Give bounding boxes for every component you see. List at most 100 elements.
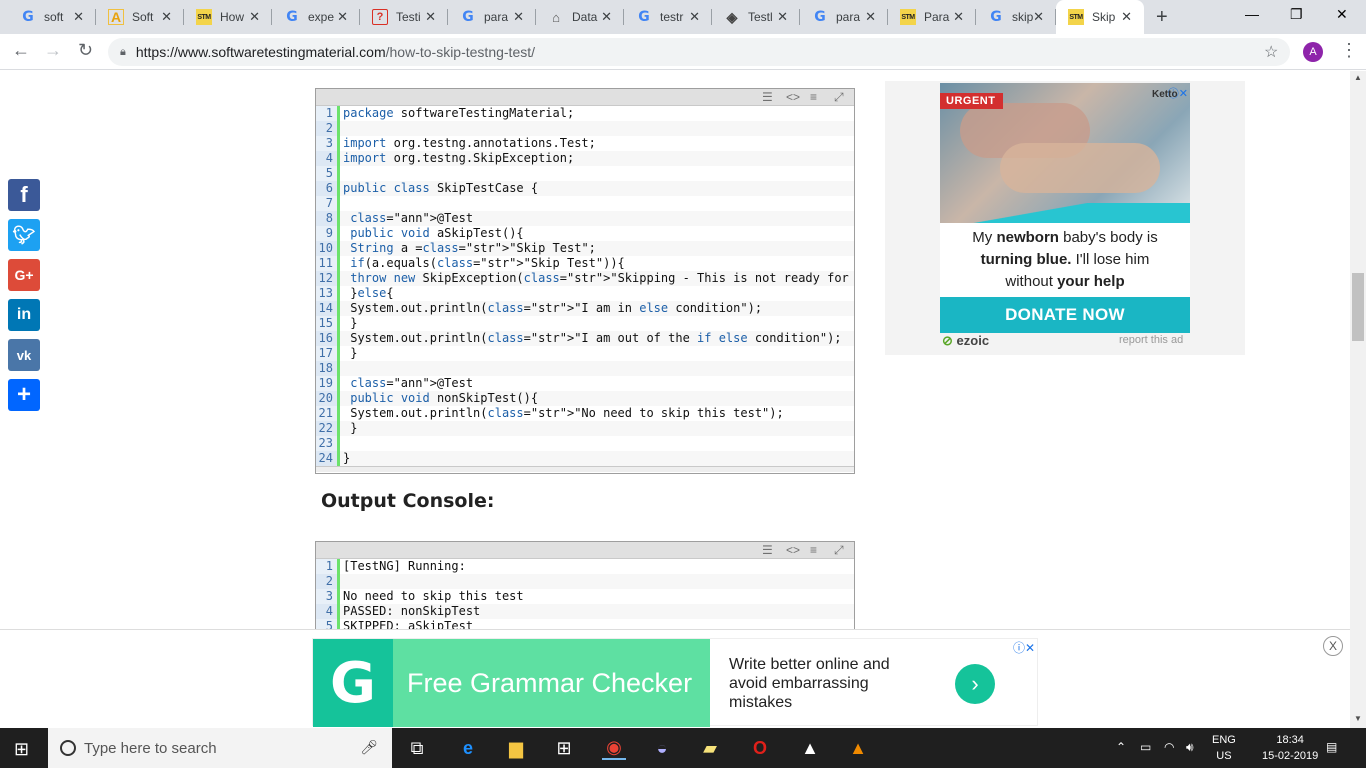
close-banner-button[interactable]: X xyxy=(1323,636,1343,656)
grammarly-logo-icon: G xyxy=(313,639,393,727)
back-icon[interactable]: ← xyxy=(12,40,30,61)
url-host: https://www.softwaretestingmaterial.com xyxy=(135,44,386,60)
copy-icon[interactable]: ≡ xyxy=(810,543,817,557)
tab-9[interactable]: ◈ Testl ✕ xyxy=(712,0,800,34)
tab-6[interactable]: G para ✕ xyxy=(448,0,536,34)
close-icon[interactable]: ✕ xyxy=(425,9,436,25)
edge-icon[interactable]: e xyxy=(456,736,480,760)
task-view-icon[interactable]: ⧉ xyxy=(405,736,429,760)
close-icon[interactable]: ✕ xyxy=(601,9,612,25)
tab-11[interactable]: STM Para ✕ xyxy=(888,0,976,34)
bookmark-star-icon[interactable]: ☆ xyxy=(1264,42,1278,62)
tab-10[interactable]: G para ✕ xyxy=(800,0,888,34)
store-icon[interactable]: ⊞ xyxy=(552,736,576,760)
tab-4[interactable]: G expe ✕ xyxy=(272,0,360,34)
view-plain-icon[interactable]: ☰ xyxy=(762,90,773,104)
wifi-icon[interactable]: ◠ xyxy=(1164,740,1174,754)
close-icon[interactable]: ✕ xyxy=(161,9,172,25)
expand-icon[interactable]: ⤢ xyxy=(834,543,844,558)
sticky-notes-icon[interactable]: ▰ xyxy=(698,736,722,760)
tab-8[interactable]: G testr ✕ xyxy=(624,0,712,34)
line-number: 1 xyxy=(316,106,340,121)
ad-choices-icon[interactable]: ⓘ✕ xyxy=(1013,639,1035,656)
scroll-up-icon[interactable]: ▲ xyxy=(1354,73,1362,82)
view-source-icon[interactable]: <> xyxy=(786,543,800,557)
view-source-icon[interactable]: <> xyxy=(786,90,800,104)
copy-icon[interactable]: ≡ xyxy=(810,90,817,104)
line-number: 12 xyxy=(316,271,340,286)
tab-title: Para xyxy=(924,10,950,24)
facebook-icon[interactable]: f xyxy=(8,179,40,211)
close-icon[interactable]: ✕ xyxy=(337,9,348,25)
close-icon[interactable]: ✕ xyxy=(1033,9,1044,25)
new-tab-button[interactable]: + xyxy=(1156,6,1168,29)
line-number: 8 xyxy=(316,211,340,226)
close-icon[interactable]: ✕ xyxy=(73,9,84,25)
close-icon[interactable]: ✕ xyxy=(865,9,876,25)
restore-icon[interactable]: ❐ xyxy=(1290,6,1303,23)
tab-title: Skip xyxy=(1092,10,1116,24)
reload-icon[interactable]: ↻ xyxy=(78,40,93,61)
close-icon[interactable]: ✕ xyxy=(1121,9,1132,25)
code-line: 20 public void nonSkipTest(){ xyxy=(316,391,854,406)
code-scrollbar[interactable] xyxy=(316,466,854,472)
chrome-icon[interactable]: ◉ xyxy=(602,736,626,760)
twitter-icon[interactable]: 🐦︎ xyxy=(8,219,40,251)
close-icon[interactable]: ✕ xyxy=(953,9,964,25)
grammarly-ad[interactable]: G Free Grammar Checker Write better onli… xyxy=(312,638,1038,727)
tab-12[interactable]: G skip ✕ xyxy=(976,0,1056,34)
windows-start-icon[interactable]: ⊞ xyxy=(14,739,29,760)
donation-ad[interactable]: URGENT ⓘ✕ Ketto My newborn baby's body i… xyxy=(940,83,1190,333)
tab-5[interactable]: ? Testi ✕ xyxy=(360,0,448,34)
close-icon[interactable]: ✕ xyxy=(689,9,700,25)
tab-3[interactable]: STM How ✕ xyxy=(184,0,272,34)
file-explorer-icon[interactable]: ▆ xyxy=(504,736,528,760)
code-text: System.out.println(class="str">"I am out… xyxy=(343,331,842,345)
code-text: No need to skip this test xyxy=(343,589,524,603)
line-number: 10 xyxy=(316,241,340,256)
tab-1[interactable]: G soft ✕ xyxy=(8,0,96,34)
battery-icon[interactable]: ▭ xyxy=(1140,740,1151,754)
tray-chevron-icon[interactable]: ⌃ xyxy=(1116,740,1126,754)
line-number: 3 xyxy=(316,136,340,151)
close-icon[interactable]: ✕ xyxy=(777,9,788,25)
eclipse-icon[interactable]: ◒ xyxy=(650,736,674,760)
share-icon[interactable]: + xyxy=(8,379,40,411)
vlc-icon[interactable]: ▲ xyxy=(846,736,870,760)
a-icon: A xyxy=(108,9,124,25)
page-scrollbar[interactable]: ▲ ▼ xyxy=(1350,71,1366,728)
close-icon[interactable]: ✕ xyxy=(249,9,260,25)
tab-13-active[interactable]: STM Skip ✕ xyxy=(1056,0,1144,34)
opera-icon[interactable]: O xyxy=(748,736,772,760)
photos-icon[interactable]: ▲ xyxy=(798,736,822,760)
code-text: PASSED: nonSkipTest xyxy=(343,604,481,618)
vk-icon[interactable]: vk xyxy=(8,339,40,371)
volume-icon[interactable]: 🔊︎ xyxy=(1186,740,1194,755)
minimize-icon[interactable]: — xyxy=(1245,6,1259,22)
view-plain-icon[interactable]: ☰ xyxy=(762,543,773,557)
language-indicator[interactable]: ENG US xyxy=(1212,732,1236,764)
donate-now-button[interactable]: DONATE NOW xyxy=(940,297,1190,333)
notifications-icon[interactable]: ▤ xyxy=(1326,740,1337,754)
code-text: public void aSkipTest(){ xyxy=(350,226,524,240)
clock[interactable]: 18:34 15-02-2019 xyxy=(1262,732,1318,764)
chevron-right-icon[interactable]: › xyxy=(955,664,995,704)
code-line: 1 package softwareTestingMaterial; xyxy=(316,106,854,121)
close-window-icon[interactable]: ✕ xyxy=(1336,6,1348,23)
google-plus-icon[interactable]: G+ xyxy=(8,259,40,291)
expand-icon[interactable]: ⤢ xyxy=(834,90,844,105)
scroll-down-icon[interactable]: ▼ xyxy=(1354,714,1362,723)
forward-icon[interactable]: → xyxy=(44,40,62,61)
linkedin-icon[interactable]: in xyxy=(8,299,40,331)
address-bar[interactable]: 🔒︎ https://www.softwaretestingmaterial.c… xyxy=(108,38,1290,66)
menu-icon[interactable]: ⋮ xyxy=(1340,40,1358,61)
close-icon[interactable]: ✕ xyxy=(513,9,524,25)
tab-7[interactable]: ⌂ Data ✕ xyxy=(536,0,624,34)
tab-2[interactable]: A Soft ✕ xyxy=(96,0,184,34)
tab-title: Data xyxy=(572,10,598,24)
report-ad-link[interactable]: report this ad xyxy=(1119,334,1183,346)
taskbar-search[interactable]: Type here to search 🎤︎ xyxy=(48,728,392,768)
avatar[interactable]: A xyxy=(1303,42,1323,62)
scroll-thumb[interactable] xyxy=(1352,273,1364,341)
microphone-icon[interactable]: 🎤︎ xyxy=(360,739,378,756)
